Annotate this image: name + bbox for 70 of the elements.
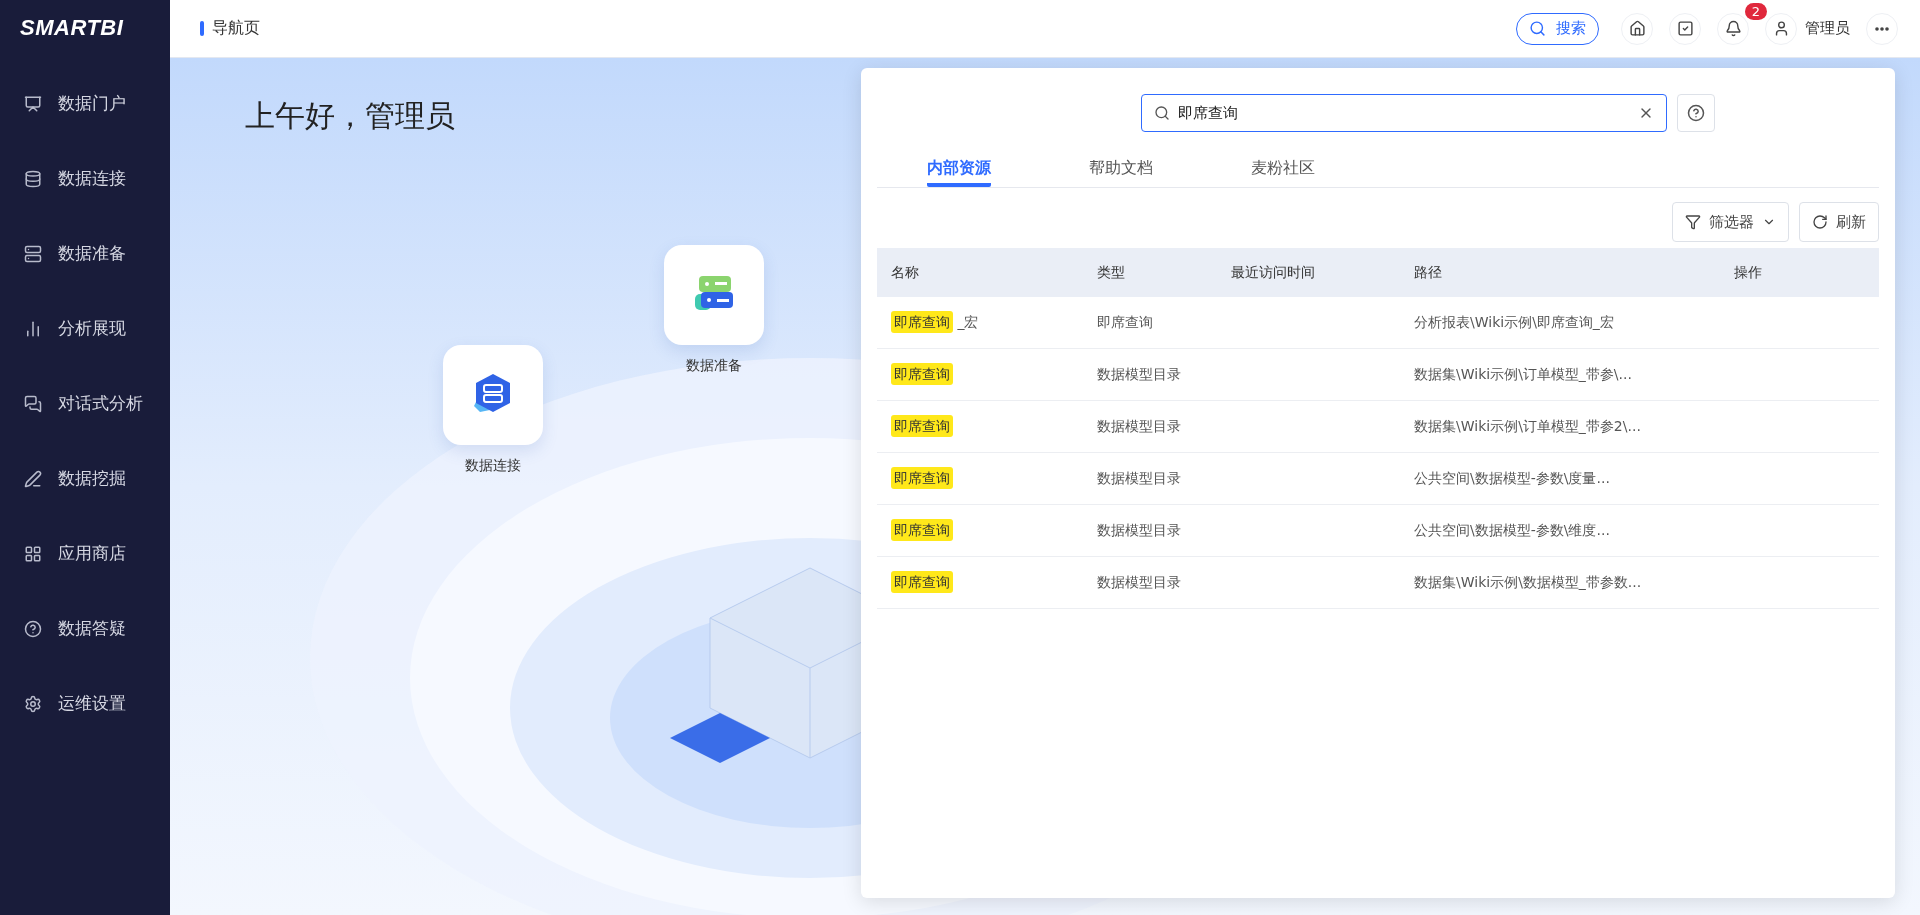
search-icon bbox=[1529, 20, 1546, 37]
gear-icon bbox=[24, 694, 42, 713]
server-icon bbox=[24, 244, 42, 263]
name-cell[interactable]: 即席查询 bbox=[891, 417, 1097, 436]
name-cell[interactable]: 即席查询 bbox=[891, 573, 1097, 592]
node-label: 数据准备 bbox=[686, 357, 742, 375]
home-button[interactable] bbox=[1621, 12, 1653, 45]
checkbox-icon bbox=[1676, 20, 1694, 37]
logo: SMARTBI bbox=[19, 14, 125, 42]
sidebar-item[interactable]: 数据挖掘 bbox=[0, 441, 170, 516]
sidebar-item[interactable]: 运维设置 bbox=[0, 666, 170, 741]
tab[interactable]: 帮助文档 bbox=[1089, 150, 1251, 187]
bell-icon bbox=[1724, 20, 1742, 37]
type-cell-text: 数据模型目录 bbox=[1097, 417, 1182, 436]
filter-button[interactable]: 筛选器 bbox=[1672, 202, 1789, 242]
name-cell[interactable]: 即席查询 bbox=[891, 469, 1097, 488]
path-cell-text: 数据集\Wiki示例\订单模型_带参\... bbox=[1414, 365, 1633, 384]
breadcrumb-marker bbox=[200, 21, 204, 36]
type-cell-text: 数据模型目录 bbox=[1097, 573, 1182, 592]
path-cell-text: 公共空间\数据模型-参数\度量... bbox=[1414, 469, 1611, 488]
column-header: 类型 bbox=[1097, 263, 1126, 282]
path-cell-text: 分析报表\Wiki示例\即席查询_宏 bbox=[1414, 313, 1615, 332]
type-cell-text: 数据模型目录 bbox=[1097, 469, 1182, 488]
tab[interactable]: 麦粉社区 bbox=[1251, 150, 1413, 187]
more-icon bbox=[1875, 26, 1889, 31]
user-button[interactable] bbox=[1765, 12, 1797, 45]
sidebar-item[interactable]: 数据准备 bbox=[0, 216, 170, 291]
column-header: 操作 bbox=[1734, 263, 1763, 282]
bars-icon bbox=[24, 319, 42, 338]
sidebar-item[interactable]: 数据连接 bbox=[0, 141, 170, 216]
chat-icon bbox=[24, 394, 42, 413]
column-header: 最近访问时间 bbox=[1231, 263, 1316, 282]
refresh-icon bbox=[1812, 214, 1828, 230]
sidebar-item[interactable]: 数据答疑 bbox=[0, 591, 170, 666]
name-cell[interactable]: 即席查询 _宏 bbox=[891, 313, 1097, 332]
database-icon bbox=[24, 169, 42, 188]
sidebar-item[interactable]: 对话式分析 bbox=[0, 366, 170, 441]
greeting: 上午好，管理员 bbox=[245, 97, 455, 135]
refresh-button[interactable]: 刷新 bbox=[1799, 202, 1879, 242]
help-icon bbox=[24, 619, 42, 638]
search-field[interactable]: 即席查询 bbox=[1141, 94, 1667, 132]
type-cell-text: 数据模型目录 bbox=[1097, 365, 1182, 384]
filter-icon bbox=[1685, 214, 1701, 230]
more-button[interactable] bbox=[1866, 12, 1898, 45]
path-cell-text: 数据集\Wiki示例\数据模型_带参数... bbox=[1414, 573, 1643, 592]
search-button[interactable]: 搜索 bbox=[1516, 12, 1599, 45]
grid-icon bbox=[24, 544, 42, 563]
column-header: 名称 bbox=[891, 263, 920, 282]
help-icon bbox=[1687, 104, 1705, 122]
task-button[interactable] bbox=[1669, 12, 1701, 45]
pen-icon bbox=[24, 469, 42, 488]
path-cell-text: 公共空间\数据模型-参数\维度... bbox=[1414, 521, 1611, 540]
sidebar-item[interactable]: 分析展现 bbox=[0, 291, 170, 366]
search-icon bbox=[1154, 105, 1170, 121]
node-label: 数据连接 bbox=[465, 457, 521, 475]
name-cell[interactable]: 即席查询 bbox=[891, 521, 1097, 540]
user-name[interactable]: 管理员 bbox=[1805, 19, 1850, 38]
path-cell-text: 数据集\Wiki示例\订单模型_带参2\... bbox=[1414, 417, 1642, 436]
tab[interactable]: 内部资源 bbox=[927, 150, 1089, 187]
type-cell-text: 数据模型目录 bbox=[1097, 521, 1182, 540]
sidebar-item[interactable]: 应用商店 bbox=[0, 516, 170, 591]
notification-button[interactable] bbox=[1717, 12, 1749, 45]
type-cell-text: 即席查询 bbox=[1097, 313, 1154, 332]
notification-badge: 2 bbox=[1744, 2, 1767, 20]
column-header: 路径 bbox=[1414, 263, 1443, 282]
name-cell[interactable]: 即席查询 bbox=[891, 365, 1097, 384]
help-button[interactable] bbox=[1677, 94, 1715, 132]
sidebar-item[interactable]: 数据门户 bbox=[0, 66, 170, 141]
home-icon bbox=[1628, 20, 1646, 37]
breadcrumb[interactable]: 导航页 bbox=[212, 18, 260, 39]
